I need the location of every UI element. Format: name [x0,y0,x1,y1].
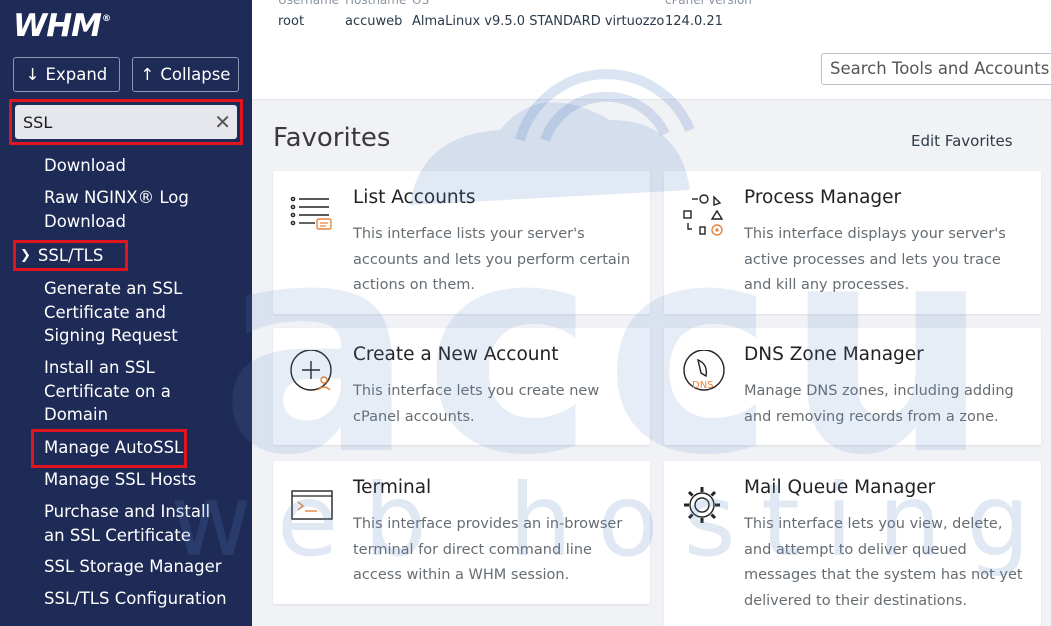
create-account-icon [290,350,332,391]
terminal-icon [291,490,333,520]
hostname-info: Hostname accuweb [345,0,407,29]
card-create-account[interactable]: Create a New Account This interface lets… [273,328,650,445]
card-description: This interface lets you create new cPane… [353,383,600,425]
sidebar-item-install-ssl[interactable]: Install an SSL Certificate on a Domain [44,356,204,427]
clear-search-icon[interactable]: ✕ [214,110,231,134]
main-content: Favorites Edit Favorites List Accounts T… [252,101,1051,626]
card-description: Manage DNS zones, including adding and r… [744,383,1014,425]
card-dns-zone-manager[interactable]: DNS DNS Zone Manager Manage DNS zones, i… [664,328,1041,445]
sidebar-item-raw-nginx-log[interactable]: Raw NGINX® Log Download [44,186,194,233]
card-description: This interface lists your server's accou… [353,226,631,293]
mail-queue-gear-icon [684,487,720,523]
whm-logo[interactable]: WHM® [13,8,111,44]
sidebar-item-manage-ssl-hosts[interactable]: Manage SSL Hosts [44,468,249,492]
card-title: Mail Queue Manager [744,477,936,498]
card-mail-queue-manager[interactable]: Mail Queue Manager This interface lets y… [664,461,1041,626]
cpanel-version-info: cPanel Version 124.0.21 [665,0,752,29]
svg-text:DNS: DNS [692,380,714,391]
top-header: Username root Hostname accuweb OS AlmaLi… [252,0,1051,100]
sidebar-item-generate-ssl[interactable]: Generate an SSL Certificate and Signing … [44,277,204,348]
dns-zone-icon: DNS [683,350,725,391]
arrow-up-icon: ↑ [140,65,155,84]
edit-favorites-link[interactable]: Edit Favorites [911,132,1013,150]
chevron-down-icon: ❯ [20,248,31,263]
collapse-button[interactable]: ↑ Collapse [132,57,239,92]
sidebar-item-ssl-storage[interactable]: SSL Storage Manager [44,555,249,579]
list-accounts-icon [290,196,332,230]
expand-button[interactable]: ↓ Expand [13,57,120,92]
username-info: Username root [278,0,340,29]
card-title: DNS Zone Manager [744,344,924,365]
card-title: Terminal [353,477,432,498]
sidebar: WHM® ↓ Expand ↑ Collapse SSL ✕ Download … [0,0,252,626]
card-title: Process Manager [744,187,902,208]
card-process-manager[interactable]: Process Manager This interface displays … [664,171,1041,314]
arrow-down-icon: ↓ [25,65,40,84]
search-tools-input[interactable]: Search Tools and Accounts (/ [821,53,1051,85]
sidebar-item-download[interactable]: Download [44,154,249,178]
card-title: List Accounts [353,187,476,208]
sidebar-item-ssl-tls-config[interactable]: SSL/TLS Configuration [44,587,249,611]
process-manager-icon [683,194,724,236]
os-info: OS AlmaLinux v9.5.0 STANDARD virtuozzo [412,0,665,29]
card-description: This interface provides an in-browser te… [353,516,623,583]
sidebar-search-input[interactable]: SSL ✕ [15,105,237,139]
card-list-accounts[interactable]: List Accounts This interface lists your … [273,171,650,314]
search-highlight: SSL ✕ [9,99,243,145]
page-title: Favorites [273,123,391,153]
card-title: Create a New Account [353,344,559,365]
sidebar-item-purchase-ssl[interactable]: Purchase and Install an SSL Certificate [44,500,214,547]
card-description: This interface displays your server's ac… [744,226,1006,293]
sidebar-category-ssl-tls[interactable]: ❯ SSL/TLS [13,240,128,271]
card-description: This interface lets you view, delete, an… [744,516,1023,609]
card-terminal[interactable]: Terminal This interface provides an in-b… [273,461,650,604]
sidebar-item-manage-autossl[interactable]: Manage AutoSSL [44,436,249,460]
